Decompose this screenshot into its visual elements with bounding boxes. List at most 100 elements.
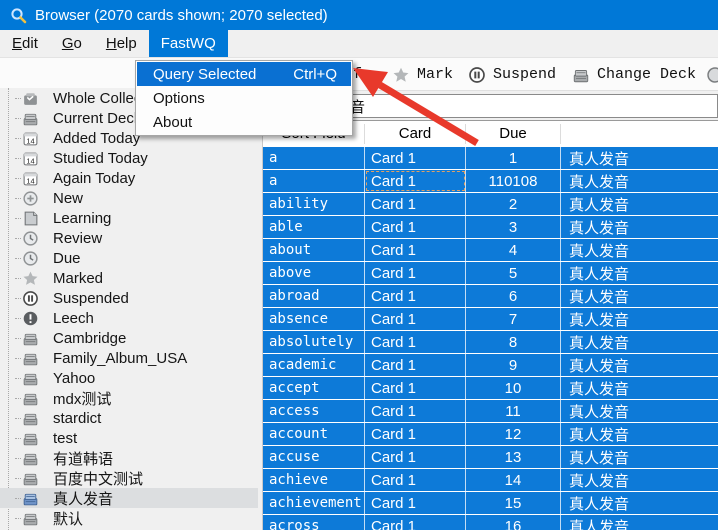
menu-fastwq[interactable]: FastWQ bbox=[149, 30, 228, 57]
menu-help[interactable]: Help bbox=[94, 30, 149, 57]
cell-due[interactable]: 2 bbox=[466, 193, 561, 215]
sidebar-item-again-today[interactable]: 14Again Today bbox=[0, 168, 258, 188]
cell-due[interactable]: 16 bbox=[466, 515, 561, 530]
cell-sort-field[interactable]: account bbox=[263, 423, 365, 445]
sidebar-item-studied-today[interactable]: 14Studied Today bbox=[0, 148, 258, 168]
table-row[interactable]: aboveCard 15真人发音 bbox=[263, 262, 718, 284]
cell-due[interactable]: 4 bbox=[466, 239, 561, 261]
cell-sort-field[interactable]: across bbox=[263, 515, 365, 530]
cell-deck[interactable]: 真人发音 bbox=[561, 147, 718, 169]
cell-sort-field[interactable]: accuse bbox=[263, 446, 365, 468]
cell-due[interactable]: 10 bbox=[466, 377, 561, 399]
cell-deck[interactable]: 真人发音 bbox=[561, 515, 718, 530]
cell-deck[interactable]: 真人发音 bbox=[561, 262, 718, 284]
cell-sort-field[interactable]: above bbox=[263, 262, 365, 284]
table-row[interactable]: accountCard 112真人发音 bbox=[263, 423, 718, 445]
sidebar-item-family_album_usa[interactable]: Family_Album_USA bbox=[0, 348, 258, 368]
cell-due[interactable]: 9 bbox=[466, 354, 561, 376]
cell-sort-field[interactable]: achievement bbox=[263, 492, 365, 514]
cell-card[interactable]: Card 1 bbox=[365, 262, 466, 284]
cell-deck[interactable]: 真人发音 bbox=[561, 469, 718, 491]
column-header-card[interactable]: Card bbox=[365, 124, 466, 144]
cell-sort-field[interactable]: achieve bbox=[263, 469, 365, 491]
cell-due[interactable]: 11 bbox=[466, 400, 561, 422]
cell-due[interactable]: 110108 bbox=[466, 170, 561, 192]
cell-due[interactable]: 3 bbox=[466, 216, 561, 238]
table-row[interactable]: aboutCard 14真人发音 bbox=[263, 239, 718, 261]
cell-deck[interactable]: 真人发音 bbox=[561, 400, 718, 422]
menuitem-query-selected[interactable]: Query SelectedCtrl+Q bbox=[137, 62, 351, 86]
cell-due[interactable]: 14 bbox=[466, 469, 561, 491]
cell-due[interactable]: 7 bbox=[466, 308, 561, 330]
cell-sort-field[interactable]: absolutely bbox=[263, 331, 365, 353]
cell-card[interactable]: Card 1 bbox=[365, 193, 466, 215]
table-row[interactable]: absenceCard 17真人发音 bbox=[263, 308, 718, 330]
cell-due[interactable]: 13 bbox=[466, 446, 561, 468]
cell-due[interactable]: 6 bbox=[466, 285, 561, 307]
cell-card[interactable]: Card 1 bbox=[365, 423, 466, 445]
sidebar-item-真人发音[interactable]: 真人发音 bbox=[0, 488, 258, 508]
table-row[interactable]: ableCard 13真人发音 bbox=[263, 216, 718, 238]
cell-due[interactable]: 1 bbox=[466, 147, 561, 169]
menuitem-about[interactable]: About bbox=[137, 110, 351, 134]
table-row[interactable]: acceptCard 110真人发音 bbox=[263, 377, 718, 399]
cell-card[interactable]: Card 1 bbox=[365, 331, 466, 353]
cell-sort-field[interactable]: able bbox=[263, 216, 365, 238]
column-header-deck[interactable] bbox=[561, 124, 718, 144]
cell-card[interactable]: Card 1 bbox=[365, 492, 466, 514]
cell-deck[interactable]: 真人发音 bbox=[561, 285, 718, 307]
sidebar-item-leech[interactable]: Leech bbox=[0, 308, 258, 328]
table-row[interactable]: aCard 11真人发音 bbox=[263, 147, 718, 169]
cell-sort-field[interactable]: accept bbox=[263, 377, 365, 399]
sidebar-item-stardict[interactable]: stardict bbox=[0, 408, 258, 428]
sidebar-item-learning[interactable]: Learning bbox=[0, 208, 258, 228]
cell-deck[interactable]: 真人发音 bbox=[561, 170, 718, 192]
cell-deck[interactable]: 真人发音 bbox=[561, 308, 718, 330]
cell-due[interactable]: 8 bbox=[466, 331, 561, 353]
sidebar-item-mdx测试[interactable]: mdx测试 bbox=[0, 388, 258, 408]
cell-due[interactable]: 12 bbox=[466, 423, 561, 445]
cell-due[interactable]: 5 bbox=[466, 262, 561, 284]
sidebar-item-review[interactable]: Review bbox=[0, 228, 258, 248]
cell-due[interactable]: 15 bbox=[466, 492, 561, 514]
cell-sort-field[interactable]: ability bbox=[263, 193, 365, 215]
sidebar-item-有道韩语[interactable]: 有道韩语 bbox=[0, 448, 258, 468]
table-row[interactable]: accessCard 111真人发音 bbox=[263, 400, 718, 422]
menu-go[interactable]: Go bbox=[50, 30, 94, 57]
cell-card[interactable]: Card 1 bbox=[365, 446, 466, 468]
sidebar-item-suspended[interactable]: Suspended bbox=[0, 288, 258, 308]
sidebar-item-test[interactable]: test bbox=[0, 428, 258, 448]
table-row[interactable]: achieveCard 114真人发音 bbox=[263, 469, 718, 491]
column-header-due[interactable]: Due bbox=[466, 124, 561, 144]
cell-deck[interactable]: 真人发音 bbox=[561, 377, 718, 399]
sidebar-item-due[interactable]: Due bbox=[0, 248, 258, 268]
sidebar-item-默认[interactable]: 默认 bbox=[0, 508, 258, 528]
cell-deck[interactable]: 真人发音 bbox=[561, 193, 718, 215]
cell-card[interactable]: Card 1 bbox=[365, 377, 466, 399]
cell-card[interactable]: Card 1 bbox=[365, 170, 466, 192]
menu-edit[interactable]: Edit bbox=[0, 30, 50, 57]
cell-sort-field[interactable]: abroad bbox=[263, 285, 365, 307]
cell-card[interactable]: Card 1 bbox=[365, 308, 466, 330]
toolbar-suspend-button[interactable]: Suspend bbox=[468, 58, 556, 91]
table-row[interactable]: academicCard 19真人发音 bbox=[263, 354, 718, 376]
cell-card[interactable]: Card 1 bbox=[365, 147, 466, 169]
sidebar-item-百度中文测试[interactable]: 百度中文测试 bbox=[0, 468, 258, 488]
table-row[interactable]: abilityCard 12真人发音 bbox=[263, 193, 718, 215]
cell-deck[interactable]: 真人发音 bbox=[561, 492, 718, 514]
cell-deck[interactable]: 真人发音 bbox=[561, 331, 718, 353]
cell-card[interactable]: Card 1 bbox=[365, 469, 466, 491]
sidebar-item-yahoo[interactable]: Yahoo bbox=[0, 368, 258, 388]
cell-sort-field[interactable]: absence bbox=[263, 308, 365, 330]
table-row[interactable]: absolutelyCard 18真人发音 bbox=[263, 331, 718, 353]
cell-sort-field[interactable]: access bbox=[263, 400, 365, 422]
table-row[interactable]: achievementCard 115真人发音 bbox=[263, 492, 718, 514]
cell-deck[interactable]: 真人发音 bbox=[561, 216, 718, 238]
menuitem-options[interactable]: Options bbox=[137, 86, 351, 110]
table-row[interactable]: abroadCard 16真人发音 bbox=[263, 285, 718, 307]
toolbar-mark-button[interactable]: Mark bbox=[392, 58, 453, 91]
cell-card[interactable]: Card 1 bbox=[365, 515, 466, 530]
cell-card[interactable]: Card 1 bbox=[365, 285, 466, 307]
cell-sort-field[interactable]: academic bbox=[263, 354, 365, 376]
toolbar-extra-button[interactable] bbox=[706, 58, 718, 91]
